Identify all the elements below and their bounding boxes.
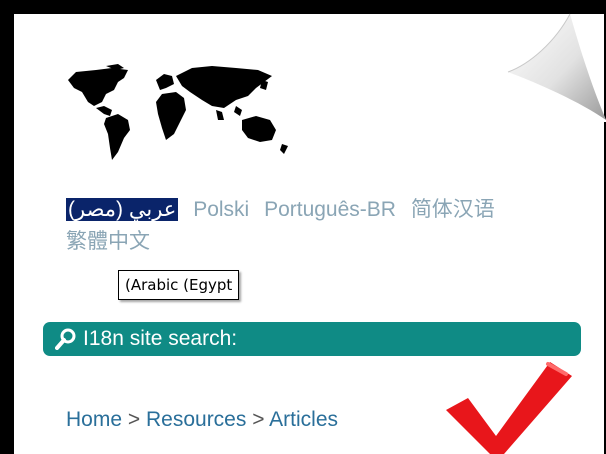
breadcrumb-resources[interactable]: Resources (146, 408, 246, 431)
magnifier-icon (55, 328, 76, 350)
language-link-simplified-chinese[interactable]: 简体汉语 (411, 198, 495, 221)
language-selector: عربي (مصر) Polski Português-BR 简体汉语 繁體中文 (66, 194, 566, 258)
breadcrumb-articles[interactable]: Articles (269, 408, 338, 431)
language-tooltip: (Arabic (Egypt (118, 270, 240, 300)
checkmark-icon (446, 362, 572, 454)
site-search-bar[interactable]: I18n site search: (43, 322, 581, 356)
breadcrumb: Home > Resources > Articles (66, 406, 338, 434)
language-link-polski[interactable]: Polski (193, 198, 249, 221)
breadcrumb-separator: > (127, 408, 141, 431)
page-curl-icon (500, 13, 606, 122)
language-link-portuguese-br[interactable]: Português-BR (264, 198, 396, 221)
breadcrumb-separator: > (252, 408, 265, 431)
breadcrumb-home[interactable]: Home (66, 408, 122, 431)
language-link-traditional-chinese[interactable]: 繁體中文 (66, 230, 150, 253)
language-link-arabic-egypt[interactable]: عربي (مصر) (66, 198, 179, 221)
search-label: I18n site search: (83, 327, 238, 350)
world-map-logo (68, 64, 288, 160)
